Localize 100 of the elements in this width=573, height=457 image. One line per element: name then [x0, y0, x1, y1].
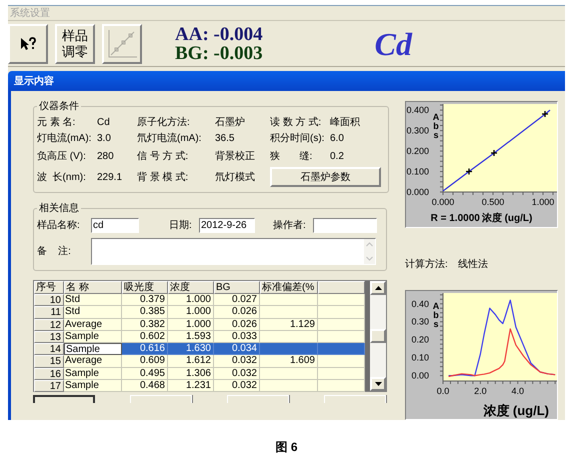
y-tick-label: 0.100 — [406, 166, 429, 177]
date-field[interactable]: 2012-9-26 — [199, 218, 255, 232]
table-cell: 1.129 — [260, 318, 318, 331]
table-row[interactable]: 10 Std 0.379 1.000 0.027 — [34, 294, 365, 306]
column-header[interactable] — [318, 281, 365, 294]
field-label: 负高压 (V): — [37, 150, 87, 164]
field-label: 备 注: — [37, 244, 72, 259]
column-header[interactable]: 序号 — [34, 281, 64, 294]
field-label: 狭 缝: — [270, 150, 314, 164]
table-row[interactable]: 17 Sample 0.468 1.231 0.032 — [34, 380, 365, 392]
scroll-thumb[interactable] — [370, 329, 386, 343]
table-cell: 1.306 — [168, 368, 214, 380]
table-cell: 0.385 — [122, 306, 168, 319]
figure-caption: 图 6 — [275, 439, 298, 456]
table-cell: Sample — [64, 380, 122, 392]
table-cell: 0.609 — [122, 355, 168, 368]
table-cell: 0.026 — [214, 318, 260, 331]
calibration-curve-icon — [106, 28, 138, 60]
table-cell: 13 — [34, 330, 64, 344]
column-header[interactable]: BG — [214, 281, 260, 294]
table-row[interactable]: 11 Std 0.385 1.000 0.026 — [34, 306, 365, 319]
group-title: 相关信息 — [38, 202, 80, 216]
field-value: 229.1 — [97, 170, 124, 184]
table-row[interactable]: 12 Average 0.382 1.000 0.026 1.129 — [34, 318, 365, 331]
y-tick-label: 0.200 — [406, 146, 429, 156]
scrollbar[interactable] — [364, 239, 375, 264]
y-axis-title: Abs — [432, 112, 440, 140]
x-axis-title: 浓度 (ug/L) — [483, 402, 549, 419]
column-header[interactable]: 吸光度 — [122, 281, 168, 294]
table-cell: 12 — [34, 318, 64, 331]
help-button[interactable] — [8, 24, 48, 64]
calc-method-label: 计算方法: — [405, 258, 448, 272]
x-tick-label: 0.0 — [436, 386, 450, 396]
field-label: 信 号 方 式: — [137, 150, 190, 164]
table-cell: 0.026 — [214, 306, 260, 319]
y-tick-label: 0.10 — [411, 352, 429, 363]
table-cell — [260, 368, 318, 380]
table-cell: 0.616 — [122, 343, 168, 356]
x-axis-title: 浓度 (ug/L) — [482, 213, 532, 225]
table-cell: 0.027 — [214, 294, 260, 306]
x-tick-label: 1.000 — [532, 197, 554, 207]
table-cell: 1.000 — [168, 318, 214, 331]
table-row[interactable]: 15 Average 0.609 1.612 0.032 1.609 — [34, 355, 365, 368]
operator-field[interactable] — [313, 218, 377, 232]
table-cell: 1.630 — [168, 343, 214, 356]
table-cell — [318, 343, 365, 356]
field-label: 元 素 名: — [37, 116, 76, 130]
x-tick-label: 0.000 — [432, 197, 454, 207]
table-cell: 1.000 — [168, 294, 214, 306]
remarks-field[interactable] — [91, 238, 376, 265]
table-cell: Std — [64, 306, 122, 319]
r-value: R = 1.0000 — [430, 213, 480, 225]
table-cell: 1.000 — [168, 306, 214, 319]
field-value: 氘灯模式 — [215, 170, 256, 184]
scroll-up-icon — [374, 286, 382, 290]
column-header[interactable]: 浓度 — [168, 281, 214, 294]
field-label: 原子化方法: — [137, 116, 191, 130]
reading-value: BG: -0.003 — [175, 44, 263, 62]
furnace-parameters-button[interactable]: 石墨炉参数 — [270, 167, 381, 187]
table-cell: Std — [64, 294, 122, 306]
table-cell — [260, 380, 318, 392]
column-header[interactable]: 标准偏差(% — [260, 281, 318, 294]
table-cell: 0.034 — [214, 343, 260, 356]
table-cell — [260, 306, 318, 319]
x-tick-label: 2.0 — [474, 386, 487, 396]
table-cell: 14 — [34, 343, 64, 356]
field-value: 0.2 — [330, 150, 345, 164]
field-value: Cd — [97, 116, 111, 130]
table-cell: 0.032 — [214, 355, 260, 368]
cut-off-button[interactable] — [33, 395, 95, 403]
y-tick-label: 0.20 — [411, 334, 429, 345]
scroll-down-icon — [374, 382, 382, 386]
table-cell: Average — [64, 355, 122, 368]
column-header[interactable]: 名 称 — [64, 281, 122, 294]
table-row[interactable]: 14 Sample 0.616 1.630 0.034 — [34, 343, 365, 356]
dialog-title: 显示内容 — [14, 74, 54, 88]
field-label: 灯电流(mA): — [37, 132, 92, 146]
y-tick-label: 0.000 — [406, 187, 429, 197]
table-scrollbar[interactable] — [370, 281, 386, 391]
table-cell: 0.468 — [122, 380, 168, 392]
table-cell: 10 — [34, 294, 64, 306]
sample-zero-button[interactable]: 样品 调零 — [55, 24, 95, 64]
table-cell: 0.382 — [122, 318, 168, 331]
table-row[interactable]: 16 Sample 0.495 1.306 0.032 — [34, 368, 365, 380]
field-label: 氘灯电流(mA): — [137, 132, 202, 146]
table-cell: Sample — [64, 343, 122, 356]
table-cell: 0.495 — [122, 368, 168, 380]
y-tick-label: 0.40 — [411, 298, 429, 309]
help-pointer-icon — [20, 36, 36, 50]
table-cell: 0.032 — [214, 368, 260, 380]
x-tick-label: 4.0 — [512, 386, 524, 396]
table-cell: 0.379 — [122, 294, 168, 306]
y-tick-label: 0.300 — [406, 126, 429, 136]
field-value: 6.0 — [330, 132, 345, 146]
sample-name-field[interactable]: cd — [91, 218, 139, 232]
table-cell: Average — [64, 318, 122, 331]
table-cell — [260, 294, 318, 306]
table-cell — [260, 343, 318, 356]
field-value: 280 — [97, 150, 115, 164]
field-label: 波 长(nm): — [37, 170, 87, 184]
